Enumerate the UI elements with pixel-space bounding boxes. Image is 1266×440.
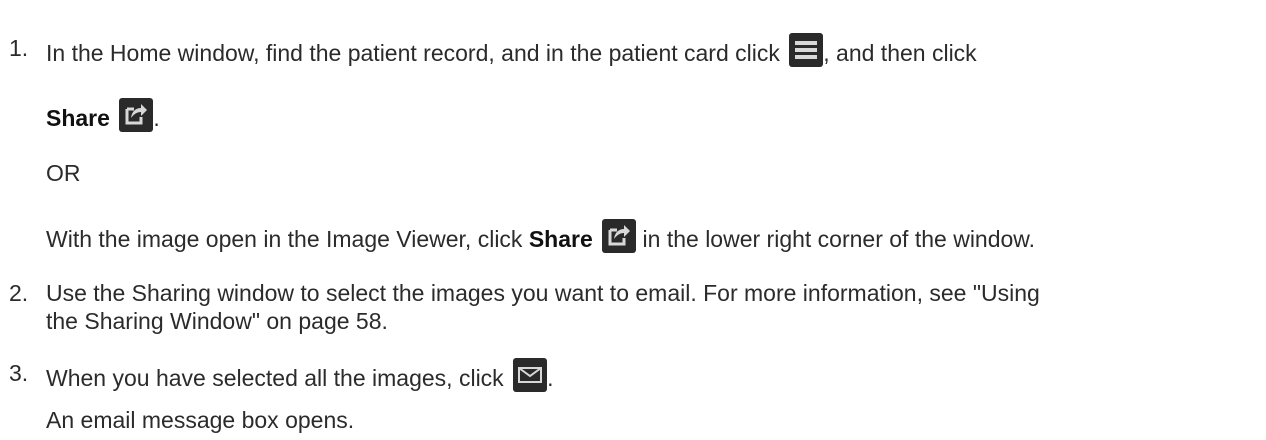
- step-text: .: [153, 105, 160, 131]
- hamburger-menu-icon: [789, 33, 824, 67]
- or-text: OR: [46, 160, 81, 186]
- share-icon: [602, 219, 637, 253]
- step-number: 3.: [9, 360, 29, 386]
- step-text: In the Home window, find the patient rec…: [46, 40, 780, 66]
- step-number: 1.: [9, 35, 29, 61]
- step-text: in the lower right corner of the window.: [642, 226, 1036, 252]
- step-text: .: [547, 365, 554, 391]
- step-text: When you have selected all the images, c…: [46, 365, 504, 391]
- step-text: the Sharing Window" on page 58.: [46, 308, 388, 334]
- share-label: Share: [528, 226, 593, 252]
- step-result-text: An email message box opens.: [46, 407, 355, 433]
- step-text: With the image open in the Image Viewer,…: [46, 226, 523, 252]
- envelope-icon: [513, 358, 548, 392]
- share-icon: [119, 98, 154, 132]
- step-text: Use the Sharing window to select the ima…: [46, 280, 1040, 306]
- step-number: 2.: [9, 280, 29, 306]
- share-label: Share: [46, 105, 110, 131]
- step-text: , and then click: [823, 40, 977, 66]
